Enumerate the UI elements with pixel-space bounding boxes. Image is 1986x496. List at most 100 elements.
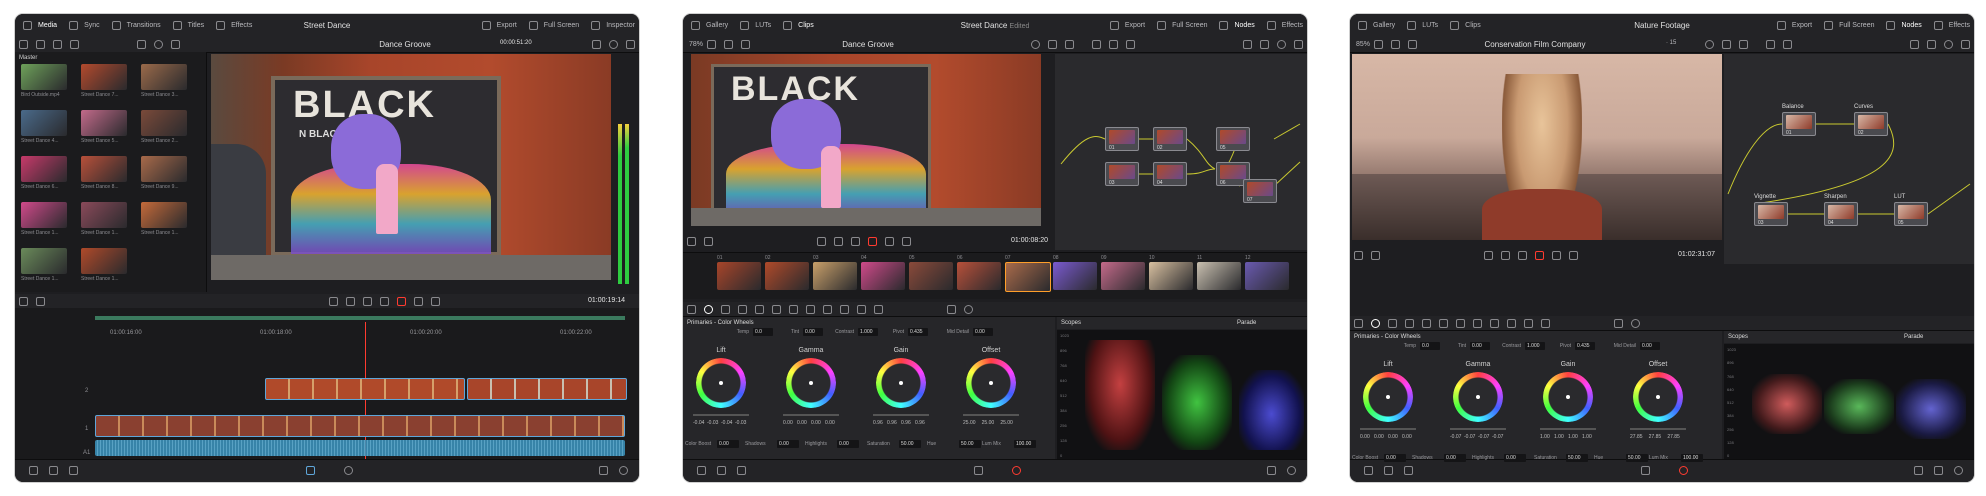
wheel-slider[interactable] bbox=[783, 414, 839, 416]
zoom-level-3[interactable]: 85% bbox=[1356, 41, 1370, 48]
notes-icon[interactable] bbox=[1914, 466, 1923, 475]
more-icon[interactable] bbox=[1065, 39, 1074, 49]
clip-thumbnail[interactable] bbox=[1101, 262, 1145, 290]
wheel-slider[interactable] bbox=[963, 414, 1019, 416]
scopes-mode-3[interactable]: Parade bbox=[1904, 334, 1923, 340]
qualifier-icon[interactable] bbox=[1439, 318, 1448, 328]
node-graph-3[interactable] bbox=[1724, 54, 1974, 264]
settings-icon[interactable] bbox=[1954, 466, 1963, 475]
3d-icon[interactable] bbox=[1541, 318, 1550, 328]
wheel-puck[interactable] bbox=[719, 381, 723, 385]
undo-icon[interactable] bbox=[29, 466, 38, 475]
nodes-button-2[interactable]: Nodes bbox=[1215, 20, 1255, 30]
wheel-value[interactable]: 0.96 bbox=[915, 420, 925, 426]
clip-view-icon[interactable] bbox=[171, 39, 180, 49]
wheel-puck[interactable] bbox=[1386, 395, 1390, 399]
tab-luts-3[interactable]: LUTs bbox=[1403, 20, 1438, 30]
play-icon[interactable] bbox=[868, 236, 877, 246]
sizing-icon[interactable] bbox=[1524, 318, 1533, 328]
export-button[interactable]: Export bbox=[478, 20, 517, 30]
home-icon[interactable] bbox=[1934, 466, 1943, 475]
tab-media[interactable]: Media bbox=[19, 20, 57, 30]
wheel-value[interactable]: 0.96 bbox=[887, 420, 897, 426]
refresh-icon[interactable] bbox=[1277, 39, 1286, 49]
media-thumbnail[interactable] bbox=[81, 248, 127, 274]
param-field[interactable]: 0.00 bbox=[1504, 454, 1526, 462]
viewer-mode-icon[interactable] bbox=[1374, 39, 1384, 49]
color-node[interactable]: 05 bbox=[1894, 202, 1928, 226]
curves-icon[interactable] bbox=[1422, 318, 1431, 328]
color-wheels-icon[interactable] bbox=[704, 304, 713, 314]
home-icon[interactable] bbox=[1267, 466, 1276, 475]
wheel-puck[interactable] bbox=[809, 381, 813, 385]
edit-page-icon[interactable] bbox=[306, 466, 315, 475]
qualifier-icon[interactable] bbox=[1371, 250, 1380, 260]
wheel-value[interactable]: 0.00 bbox=[811, 420, 821, 426]
gallery-grab-icon[interactable] bbox=[741, 39, 751, 49]
qualifier-icon[interactable] bbox=[772, 304, 781, 314]
color-picker-icon[interactable] bbox=[1031, 39, 1040, 49]
color-node[interactable]: 04 bbox=[1824, 202, 1858, 226]
wheel-value[interactable]: 0.00 bbox=[1360, 434, 1370, 440]
scopes-mode[interactable]: Parade bbox=[1237, 320, 1256, 326]
wheel-puck[interactable] bbox=[1566, 395, 1570, 399]
clip-thumbnail[interactable] bbox=[957, 262, 1001, 290]
export-button-2[interactable]: Export bbox=[1106, 20, 1145, 30]
color-page-icon[interactable] bbox=[344, 466, 353, 475]
inspector-button[interactable]: Inspector bbox=[587, 20, 635, 30]
audio-waveform[interactable] bbox=[95, 440, 625, 456]
effects-button-3[interactable]: Effects bbox=[1930, 20, 1970, 30]
window-icon[interactable] bbox=[789, 304, 798, 314]
next-frame-icon[interactable] bbox=[885, 236, 894, 246]
full-screen-button-3[interactable]: Full Screen bbox=[1820, 20, 1874, 30]
param-field[interactable]: 0.00 bbox=[837, 440, 859, 448]
media-thumbnail[interactable] bbox=[81, 202, 127, 228]
wheel-slider[interactable] bbox=[873, 414, 929, 416]
undo-icon[interactable] bbox=[1364, 466, 1373, 475]
sizing-icon[interactable] bbox=[857, 304, 866, 314]
wheel-value[interactable]: 25.00 bbox=[963, 420, 976, 426]
wheel-value[interactable]: 0.96 bbox=[901, 420, 911, 426]
prev-frame-icon[interactable] bbox=[834, 236, 843, 246]
rgb-mixer-icon[interactable] bbox=[1388, 318, 1397, 328]
search-icon[interactable] bbox=[154, 39, 163, 49]
loop-icon[interactable] bbox=[902, 236, 911, 246]
tab-effects[interactable]: Effects bbox=[212, 20, 252, 30]
media-thumbnail[interactable] bbox=[81, 64, 127, 90]
tab-clips-3[interactable]: Clips bbox=[1446, 20, 1481, 30]
color-picker-icon[interactable] bbox=[1705, 39, 1714, 49]
window-icon[interactable] bbox=[1456, 318, 1465, 328]
clip-thumbnail[interactable] bbox=[861, 262, 905, 290]
audio-icon[interactable] bbox=[626, 39, 635, 49]
param-field[interactable]: 0.00 bbox=[973, 328, 993, 336]
timeline-overview[interactable] bbox=[95, 316, 625, 320]
sort-icon[interactable] bbox=[70, 39, 79, 49]
wheel-puck[interactable] bbox=[989, 381, 993, 385]
param-field[interactable]: 100.00 bbox=[1681, 454, 1703, 462]
loop-icon[interactable] bbox=[1569, 250, 1578, 260]
play-icon[interactable] bbox=[397, 296, 406, 306]
key-icon[interactable] bbox=[840, 304, 849, 314]
node-view-icon[interactable] bbox=[1910, 39, 1919, 49]
settings-icon[interactable] bbox=[1287, 466, 1296, 475]
hand-icon[interactable] bbox=[1783, 39, 1792, 49]
grid-view-icon[interactable] bbox=[36, 39, 45, 49]
first-frame-icon[interactable] bbox=[1484, 250, 1493, 260]
wheel-value[interactable]: -0.03 bbox=[707, 420, 718, 426]
media-thumbnail[interactable] bbox=[21, 156, 67, 182]
param-field[interactable]: 0.435 bbox=[1575, 342, 1595, 350]
audio-icon[interactable] bbox=[1722, 39, 1731, 49]
tab-titles[interactable]: Titles bbox=[169, 20, 204, 30]
clip-thumbnail[interactable] bbox=[717, 262, 761, 290]
timeline-clip-v2b[interactable] bbox=[467, 378, 627, 400]
loop-icon[interactable] bbox=[431, 296, 440, 306]
color-page-icon[interactable] bbox=[1012, 466, 1021, 475]
wheel-value[interactable]: 0.00 bbox=[1402, 434, 1412, 440]
color-wheels-icon[interactable] bbox=[1371, 318, 1380, 328]
tracker-icon[interactable] bbox=[806, 304, 815, 314]
wheel-value[interactable]: 0.00 bbox=[1388, 434, 1398, 440]
delete-icon[interactable] bbox=[1404, 466, 1413, 475]
refresh-icon[interactable] bbox=[1944, 39, 1953, 49]
link-icon[interactable] bbox=[53, 39, 62, 49]
clip-thumbnail[interactable] bbox=[1005, 262, 1051, 292]
